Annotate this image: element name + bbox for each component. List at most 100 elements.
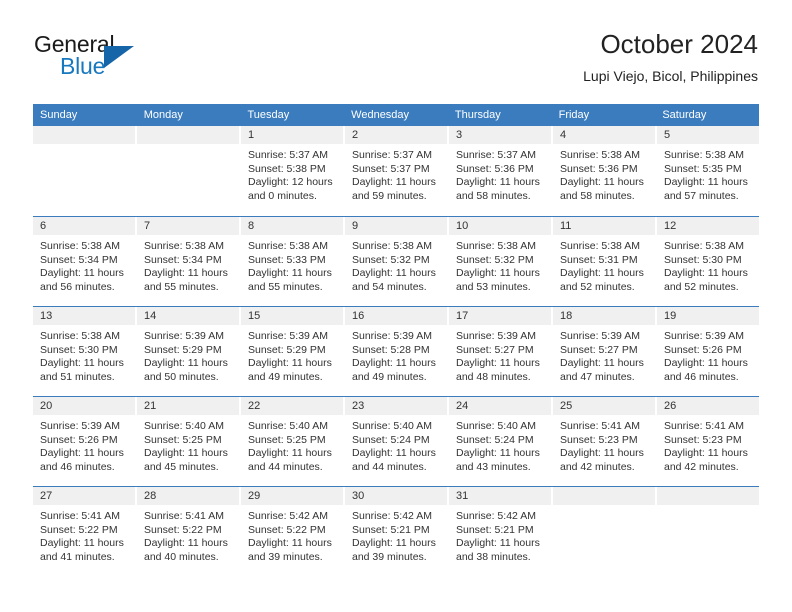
- day-detail-line: Daylight: 11 hours: [144, 357, 228, 370]
- day-number: [33, 126, 135, 144]
- day-number: 13: [33, 307, 135, 325]
- weekday-header-monday: Monday: [143, 109, 183, 121]
- day-detail-line: Daylight: 11 hours: [144, 267, 228, 280]
- calendar-day-cell-empty: [553, 487, 657, 576]
- day-detail-line: Sunset: 5:34 PM: [40, 253, 118, 266]
- day-detail-line: and 44 minutes.: [248, 460, 323, 473]
- day-detail-line: Sunset: 5:27 PM: [560, 343, 638, 356]
- day-detail-line: Sunrise: 5:40 AM: [456, 420, 536, 432]
- day-details: Sunrise: 5:39 AM Sunset: 5:26 PM Daylight:…: [33, 415, 135, 474]
- day-details: Sunrise: 5:37 AM Sunset: 5:37 PM Daylight:…: [345, 144, 447, 203]
- day-detail-line: Sunrise: 5:38 AM: [664, 240, 744, 252]
- day-details: Sunrise: 5:41 AM Sunset: 5:22 PM Daylight:…: [137, 505, 239, 564]
- day-detail-line: Sunrise: 5:39 AM: [560, 330, 640, 342]
- day-details: Sunrise: 5:38 AM Sunset: 5:32 PM Daylight:…: [345, 235, 447, 294]
- day-detail-line: Sunset: 5:29 PM: [144, 343, 222, 356]
- calendar-day-cell[interactable]: 7 Sunrise: 5:38 AM Sunset: 5:34 PM Daylight…: [137, 217, 241, 306]
- calendar-day-cell[interactable]: 31 Sunrise: 5:42 AM Sunset: 5:21 PM Dayligh…: [449, 487, 553, 576]
- day-detail-line: Sunset: 5:24 PM: [456, 433, 534, 446]
- calendar-day-cell[interactable]: 24 Sunrise: 5:40 AM Sunset: 5:24 PM Dayligh…: [449, 397, 553, 486]
- day-detail-line: Sunrise: 5:38 AM: [352, 240, 432, 252]
- day-detail-line: Daylight: 11 hours: [352, 447, 436, 460]
- day-detail-line: Daylight: 12 hours: [248, 176, 333, 189]
- day-detail-line: Daylight: 11 hours: [560, 267, 644, 280]
- day-detail-line: Sunset: 5:23 PM: [560, 433, 638, 446]
- day-detail-line: Daylight: 11 hours: [664, 176, 748, 189]
- day-detail-line: and 42 minutes.: [560, 460, 635, 473]
- day-detail-line: Sunrise: 5:41 AM: [560, 420, 640, 432]
- weekday-header-tuesday: Tuesday: [247, 109, 290, 121]
- day-number: 7: [137, 217, 239, 235]
- day-detail-line: Sunrise: 5:40 AM: [144, 420, 224, 432]
- day-detail-line: Sunrise: 5:38 AM: [248, 240, 328, 252]
- calendar-week-row: 20 Sunrise: 5:39 AM Sunset: 5:26 PM Dayligh…: [33, 396, 759, 486]
- page-title: October 2024: [600, 29, 758, 59]
- calendar-day-cell[interactable]: 3 Sunrise: 5:37 AM Sunset: 5:36 PM Daylight…: [449, 126, 553, 216]
- calendar-day-cell[interactable]: 26 Sunrise: 5:41 AM Sunset: 5:23 PM Dayligh…: [657, 397, 759, 486]
- day-detail-line: Daylight: 11 hours: [40, 447, 124, 460]
- calendar-day-cell[interactable]: 18 Sunrise: 5:39 AM Sunset: 5:27 PM Dayligh…: [553, 307, 657, 396]
- day-details: Sunrise: 5:38 AM Sunset: 5:36 PM Daylight:…: [553, 144, 655, 203]
- calendar-day-cell[interactable]: 6 Sunrise: 5:38 AM Sunset: 5:34 PM Daylight…: [33, 217, 137, 306]
- day-detail-line: Sunrise: 5:37 AM: [248, 149, 328, 161]
- calendar-week-row: 27 Sunrise: 5:41 AM Sunset: 5:22 PM Dayligh…: [33, 486, 759, 576]
- day-number: 11: [553, 217, 655, 235]
- calendar-day-cell[interactable]: 29 Sunrise: 5:42 AM Sunset: 5:22 PM Dayligh…: [241, 487, 345, 576]
- day-number: 31: [449, 487, 551, 505]
- calendar-day-cell[interactable]: 25 Sunrise: 5:41 AM Sunset: 5:23 PM Dayligh…: [553, 397, 657, 486]
- day-detail-line: Sunrise: 5:37 AM: [352, 149, 432, 161]
- day-detail-line: Sunset: 5:32 PM: [456, 253, 534, 266]
- day-number: [553, 487, 655, 505]
- day-details: Sunrise: 5:38 AM Sunset: 5:33 PM Daylight:…: [241, 235, 343, 294]
- calendar-day-cell[interactable]: 5 Sunrise: 5:38 AM Sunset: 5:35 PM Daylight…: [657, 126, 759, 216]
- day-details: Sunrise: 5:40 AM Sunset: 5:24 PM Daylight:…: [345, 415, 447, 474]
- calendar-day-cell[interactable]: 13 Sunrise: 5:38 AM Sunset: 5:30 PM Dayligh…: [33, 307, 137, 396]
- calendar-day-cell[interactable]: 15 Sunrise: 5:39 AM Sunset: 5:29 PM Dayligh…: [241, 307, 345, 396]
- day-detail-line: and 58 minutes.: [560, 189, 635, 202]
- day-details: Sunrise: 5:39 AM Sunset: 5:29 PM Daylight:…: [241, 325, 343, 384]
- day-detail-line: Daylight: 11 hours: [456, 176, 540, 189]
- calendar-day-cell[interactable]: 2 Sunrise: 5:37 AM Sunset: 5:37 PM Daylight…: [345, 126, 449, 216]
- day-number: 19: [657, 307, 759, 325]
- day-detail-line: Daylight: 11 hours: [352, 176, 436, 189]
- calendar-day-cell[interactable]: 21 Sunrise: 5:40 AM Sunset: 5:25 PM Dayligh…: [137, 397, 241, 486]
- calendar-day-cell[interactable]: 11 Sunrise: 5:38 AM Sunset: 5:31 PM Dayligh…: [553, 217, 657, 306]
- day-detail-line: and 39 minutes.: [352, 550, 427, 563]
- day-detail-line: Daylight: 11 hours: [40, 537, 124, 550]
- day-details: Sunrise: 5:40 AM Sunset: 5:24 PM Daylight:…: [449, 415, 551, 474]
- day-detail-line: Daylight: 11 hours: [456, 357, 540, 370]
- calendar-day-cell[interactable]: 1 Sunrise: 5:37 AM Sunset: 5:38 PM Daylight…: [241, 126, 345, 216]
- calendar-day-cell[interactable]: 22 Sunrise: 5:40 AM Sunset: 5:25 PM Dayligh…: [241, 397, 345, 486]
- calendar-day-cell[interactable]: 17 Sunrise: 5:39 AM Sunset: 5:27 PM Dayligh…: [449, 307, 553, 396]
- brand-logo[interactable]: General Blue: [34, 32, 214, 82]
- day-detail-line: Daylight: 11 hours: [456, 447, 540, 460]
- calendar-day-cell[interactable]: 30 Sunrise: 5:42 AM Sunset: 5:21 PM Dayligh…: [345, 487, 449, 576]
- calendar-day-cell[interactable]: 9 Sunrise: 5:38 AM Sunset: 5:32 PM Daylight…: [345, 217, 449, 306]
- calendar-day-cell[interactable]: 12 Sunrise: 5:38 AM Sunset: 5:30 PM Dayligh…: [657, 217, 759, 306]
- day-detail-line: Sunrise: 5:37 AM: [456, 149, 536, 161]
- calendar-day-cell[interactable]: 27 Sunrise: 5:41 AM Sunset: 5:22 PM Dayligh…: [33, 487, 137, 576]
- calendar-day-cell[interactable]: 14 Sunrise: 5:39 AM Sunset: 5:29 PM Dayligh…: [137, 307, 241, 396]
- calendar-day-cell[interactable]: 4 Sunrise: 5:38 AM Sunset: 5:36 PM Daylight…: [553, 126, 657, 216]
- day-detail-line: Sunset: 5:26 PM: [40, 433, 118, 446]
- calendar-grid: Sunday Monday Tuesday Wednesday Thursday Frid…: [33, 104, 759, 576]
- day-detail-line: and 50 minutes.: [144, 370, 219, 383]
- day-details: Sunrise: 5:38 AM Sunset: 5:35 PM Daylight:…: [657, 144, 759, 203]
- day-detail-line: and 48 minutes.: [456, 370, 531, 383]
- day-detail-line: and 44 minutes.: [352, 460, 427, 473]
- day-detail-line: and 38 minutes.: [456, 550, 531, 563]
- day-detail-line: and 46 minutes.: [40, 460, 115, 473]
- calendar-day-cell[interactable]: 23 Sunrise: 5:40 AM Sunset: 5:24 PM Dayligh…: [345, 397, 449, 486]
- day-number: 21: [137, 397, 239, 415]
- day-detail-line: Daylight: 11 hours: [352, 357, 436, 370]
- calendar-day-cell[interactable]: 19 Sunrise: 5:39 AM Sunset: 5:26 PM Dayligh…: [657, 307, 759, 396]
- calendar-day-cell[interactable]: 28 Sunrise: 5:41 AM Sunset: 5:22 PM Dayligh…: [137, 487, 241, 576]
- day-detail-line: Daylight: 11 hours: [664, 447, 748, 460]
- calendar-day-cell[interactable]: 10 Sunrise: 5:38 AM Sunset: 5:32 PM Dayligh…: [449, 217, 553, 306]
- day-detail-line: Sunset: 5:23 PM: [664, 433, 742, 446]
- calendar-day-cell[interactable]: 20 Sunrise: 5:39 AM Sunset: 5:26 PM Dayligh…: [33, 397, 137, 486]
- calendar-day-cell-empty: [657, 487, 759, 576]
- day-details: Sunrise: 5:40 AM Sunset: 5:25 PM Daylight:…: [137, 415, 239, 474]
- calendar-day-cell[interactable]: 8 Sunrise: 5:38 AM Sunset: 5:33 PM Daylight…: [241, 217, 345, 306]
- calendar-day-cell[interactable]: 16 Sunrise: 5:39 AM Sunset: 5:28 PM Dayligh…: [345, 307, 449, 396]
